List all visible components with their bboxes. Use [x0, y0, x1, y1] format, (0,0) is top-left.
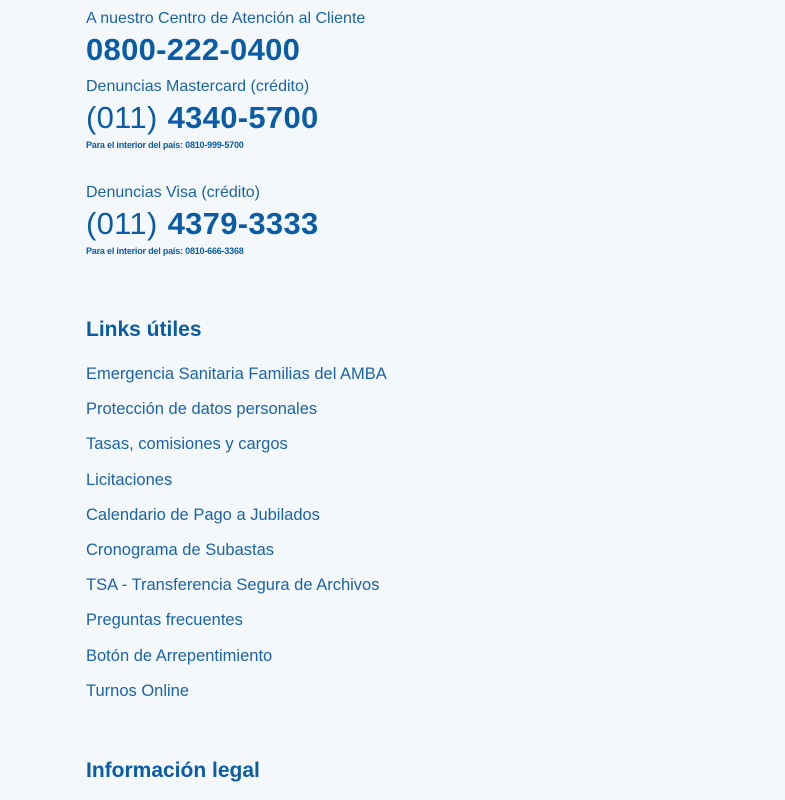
link-preguntas-frecuentes[interactable]: Preguntas frecuentes [86, 608, 387, 643]
visa-area-code: (011) [86, 206, 158, 241]
link-cronograma-subastas[interactable]: Cronograma de Subastas [86, 538, 387, 573]
mastercard-area-code: (011) [86, 100, 158, 135]
visa-interior-note: Para el interior del país: 0810-666-3368 [86, 246, 244, 256]
legal-info-heading: Información legal [86, 759, 260, 782]
link-proteccion-datos[interactable]: Protección de datos personales [86, 397, 387, 432]
link-calendario-jubilados[interactable]: Calendario de Pago a Jubilados [86, 503, 387, 538]
link-boton-arrepentimiento[interactable]: Botón de Arrepentimiento [86, 644, 387, 679]
useful-links-list: Emergencia Sanitaria Familias del AMBA P… [86, 362, 387, 714]
link-tasas-comisiones[interactable]: Tasas, comisiones y cargos [86, 432, 387, 467]
customer-center-phone[interactable]: 0800-222-0400 [86, 32, 300, 68]
useful-links-heading: Links útiles [86, 318, 202, 341]
visa-phone[interactable]: (011) 4379-3333 [86, 206, 319, 242]
visa-number: 4379-3333 [167, 206, 319, 241]
mastercard-interior-note: Para el interior del país: 0810-999-5700 [86, 140, 244, 150]
link-licitaciones[interactable]: Licitaciones [86, 468, 387, 503]
mastercard-number: 4340-5700 [167, 100, 319, 135]
mastercard-label: Denuncias Mastercard (crédito) [86, 78, 310, 95]
link-turnos-online[interactable]: Turnos Online [86, 679, 387, 714]
mastercard-phone[interactable]: (011) 4340-5700 [86, 100, 319, 136]
visa-label: Denuncias Visa (crédito) [86, 184, 261, 201]
customer-center-label: A nuestro Centro de Atención al Cliente [86, 10, 366, 27]
link-tsa-transferencia[interactable]: TSA - Transferencia Segura de Archivos [86, 573, 387, 608]
link-emergencia-sanitaria[interactable]: Emergencia Sanitaria Familias del AMBA [86, 362, 387, 397]
